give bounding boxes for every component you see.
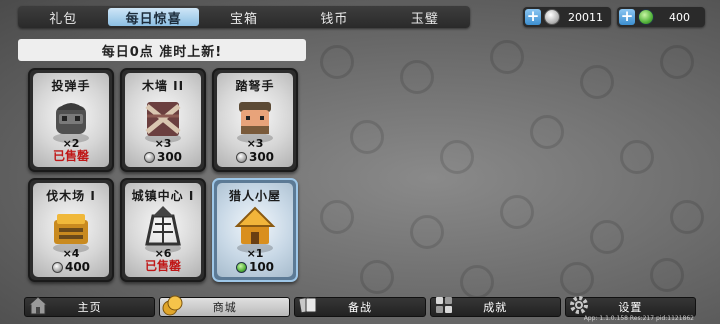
item-quantity: ×4: [62, 247, 80, 260]
nav-settings-label: 设置: [618, 301, 643, 314]
silver-currency-display: + 20011: [523, 7, 611, 27]
home-icon: [27, 296, 49, 315]
item-price[interactable]: 300: [125, 150, 201, 164]
jade-gem-icon: [235, 261, 247, 273]
silver-amount: 20011: [568, 10, 603, 24]
item-quantity: ×3: [246, 137, 264, 150]
version-info: App: 1.1.0.158 Res:217 pid:1121862: [583, 315, 694, 322]
jade-gem-icon: [638, 9, 654, 25]
nav-shop-label: 商城: [212, 301, 237, 314]
nav-shop-button[interactable]: 商城: [159, 295, 291, 317]
silver-coin-icon: [235, 151, 247, 163]
tab-coins[interactable]: 钱币: [289, 6, 379, 28]
sold-out-label: 已售罄: [144, 259, 181, 273]
shop-item-card-wood-wall[interactable]: 木墙 II ×3 300: [120, 68, 206, 172]
achievements-icon: [435, 297, 452, 313]
tab-chests[interactable]: 宝箱: [199, 6, 289, 28]
item-price[interactable]: 400: [33, 260, 109, 274]
silver-coin-icon: [51, 261, 63, 273]
shop-item-card-crossbowman[interactable]: 踏弩手 ×3 300: [212, 68, 298, 172]
gear-icon: [569, 296, 588, 314]
silver-coin-icon: [143, 151, 155, 163]
item-price[interactable]: 100: [217, 260, 293, 274]
daily-refresh-banner: 每日0点 准时上新!: [18, 39, 306, 61]
jade-currency-display: + 400: [617, 7, 705, 27]
nav-home-button[interactable]: 主页: [24, 296, 156, 317]
shop-item-card-town-center[interactable]: 城镇中心 I ×6 已售罄: [120, 178, 206, 282]
add-silver-button[interactable]: +: [525, 9, 541, 25]
shop-item-card-hunter-hut[interactable]: 猎人小屋 ×1 100: [212, 178, 298, 282]
tab-gift-packs[interactable]: 礼包: [18, 6, 108, 28]
tab-daily-surprise[interactable]: 每日惊喜: [108, 8, 199, 27]
nav-prepare-label: 备战: [348, 301, 372, 314]
jade-amount: 400: [669, 10, 690, 24]
bottom-navigation: 主页 商城 备战 成就 设置: [24, 295, 697, 317]
item-quantity: ×3: [154, 137, 172, 150]
coins-icon: [162, 295, 183, 316]
item-quantity: ×1: [246, 247, 264, 260]
nav-home-label: 主页: [77, 301, 102, 314]
silver-coin-icon: [544, 9, 560, 25]
nav-achievements-button[interactable]: 成就: [429, 297, 561, 317]
shop-item-card-bomber[interactable]: 投弹手 ×2 已售罄: [28, 68, 114, 172]
cards-icon: [298, 296, 317, 314]
sold-out-label: 已售罄: [52, 149, 89, 163]
item-price[interactable]: 300: [217, 150, 293, 164]
nav-settings-button[interactable]: 设置: [564, 296, 697, 317]
nav-achievements-label: 成就: [483, 301, 508, 314]
add-jade-button[interactable]: +: [619, 9, 635, 25]
tab-jade[interactable]: 玉璧: [380, 6, 470, 28]
shop-tab-bar: 礼包 每日惊喜 宝箱 钱币 玉璧: [18, 6, 470, 28]
shop-item-card-lumber-mill[interactable]: 伐木场 I ×4 400: [28, 178, 114, 282]
nav-prepare-button[interactable]: 备战: [294, 296, 426, 317]
